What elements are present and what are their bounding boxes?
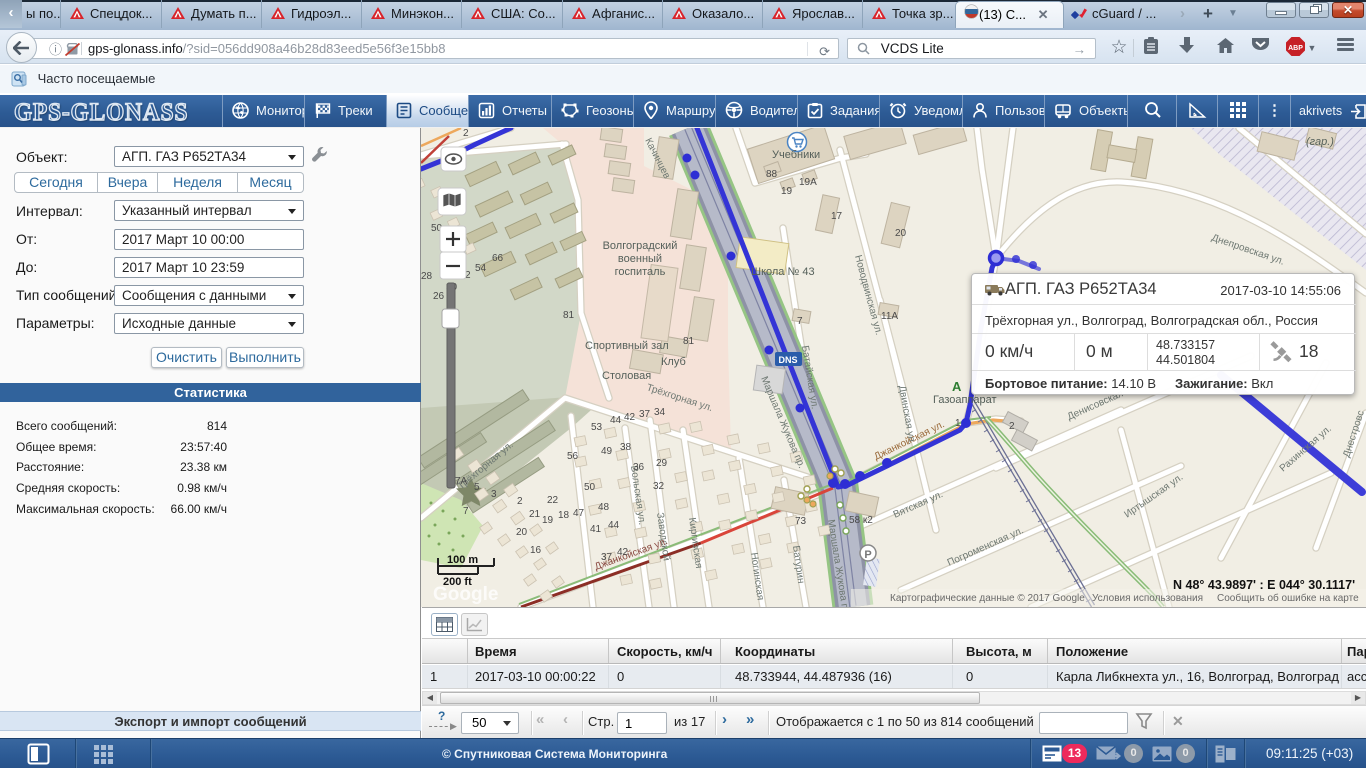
svg-text:44: 44 xyxy=(610,415,622,426)
svg-text:37: 37 xyxy=(601,552,613,563)
svg-text:53: 53 xyxy=(591,422,603,433)
svg-text:Столовая: Столовая xyxy=(602,370,651,382)
svg-text:DNS: DNS xyxy=(778,355,797,365)
svg-text:100 m: 100 m xyxy=(447,554,478,566)
svg-text:17: 17 xyxy=(831,211,843,222)
svg-text:Спортивный зал: Спортивный зал xyxy=(585,340,669,352)
svg-text:Газоаппарат: Газоаппарат xyxy=(933,394,997,406)
svg-text:Google: Google xyxy=(433,584,498,605)
svg-text:Волгоградский: Волгоградский xyxy=(603,240,678,252)
svg-text:26: 26 xyxy=(433,291,445,302)
svg-text:34: 34 xyxy=(654,407,666,418)
svg-text:ABP: ABP xyxy=(1288,45,1303,52)
svg-text:N 48° 43.9897' : E 044° 30.111: N 48° 43.9897' : E 044° 30.1117' xyxy=(1173,578,1355,592)
svg-text:81: 81 xyxy=(563,310,575,321)
svg-text:54: 54 xyxy=(475,263,487,274)
svg-text:1: 1 xyxy=(955,418,961,429)
svg-text:7: 7 xyxy=(797,316,803,327)
svg-text:16: 16 xyxy=(530,545,542,556)
svg-text:48: 48 xyxy=(598,502,610,513)
svg-text:18: 18 xyxy=(558,510,570,521)
svg-text:2: 2 xyxy=(517,496,523,507)
svg-text:44: 44 xyxy=(608,520,620,531)
svg-text:2: 2 xyxy=(1009,421,1015,432)
svg-text:58 к2: 58 к2 xyxy=(849,515,873,526)
svg-text:госпиталь: госпиталь xyxy=(615,266,666,278)
svg-text:32: 32 xyxy=(653,481,665,492)
svg-text:73: 73 xyxy=(795,516,807,527)
svg-text:36: 36 xyxy=(633,462,645,473)
svg-text:11А: 11А xyxy=(881,311,898,322)
svg-text:66: 66 xyxy=(492,253,504,264)
svg-text:военный: военный xyxy=(618,253,662,265)
svg-text:Учебники: Учебники xyxy=(772,149,820,161)
svg-text:21: 21 xyxy=(529,509,541,520)
svg-text:5: 5 xyxy=(474,482,480,493)
svg-text:7А: 7А xyxy=(455,476,468,487)
svg-text:(гар.): (гар.) xyxy=(1306,136,1334,148)
svg-text:2: 2 xyxy=(463,128,469,139)
svg-text:3: 3 xyxy=(491,489,497,500)
svg-text:Школа № 43: Школа № 43 xyxy=(751,266,815,278)
svg-text:А: А xyxy=(952,379,962,394)
svg-text:19: 19 xyxy=(542,515,554,526)
svg-text:81: 81 xyxy=(683,336,695,347)
svg-text:50: 50 xyxy=(584,482,596,493)
svg-text:19: 19 xyxy=(781,186,793,197)
svg-text:49: 49 xyxy=(601,446,613,457)
svg-text:22: 22 xyxy=(547,495,559,506)
svg-text:37: 37 xyxy=(639,409,651,420)
svg-text:Клуб: Клуб xyxy=(661,356,686,368)
svg-text:47: 47 xyxy=(573,508,585,519)
svg-text:28: 28 xyxy=(421,271,433,282)
svg-text:38: 38 xyxy=(620,442,632,453)
svg-text:42: 42 xyxy=(624,412,636,423)
svg-text:P: P xyxy=(864,549,871,561)
svg-text:41: 41 xyxy=(590,524,602,535)
svg-text:Условия использования: Условия использования xyxy=(1092,593,1203,604)
svg-text:Сообщить об ошибке на карте: Сообщить об ошибке на карте xyxy=(1217,592,1359,604)
svg-text:88: 88 xyxy=(766,169,778,180)
svg-text:7: 7 xyxy=(463,506,469,517)
svg-text:42: 42 xyxy=(617,547,629,558)
svg-text:29: 29 xyxy=(656,458,668,469)
svg-text:Картографические данные © 2017: Картографические данные © 2017 Google xyxy=(890,592,1085,604)
svg-text:19А: 19А xyxy=(799,177,817,188)
svg-text:20: 20 xyxy=(516,527,528,538)
svg-text:56: 56 xyxy=(567,451,579,462)
svg-text:20: 20 xyxy=(895,228,907,239)
